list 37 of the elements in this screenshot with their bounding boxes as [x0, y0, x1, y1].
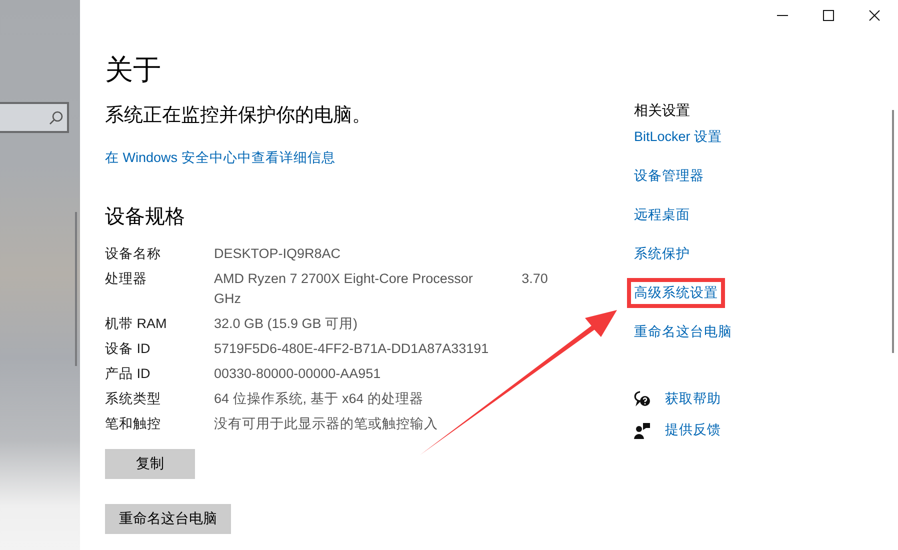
- spec-label: 设备 ID: [105, 340, 152, 358]
- spec-label: 机带 RAM: [105, 315, 168, 333]
- spec-label: 处理器: [105, 270, 148, 288]
- spec-label: 设备名称: [105, 245, 162, 263]
- scrollbar[interactable]: [75, 212, 77, 366]
- spec-value: AMD Ryzen 7 2700X Eight-Core Processor 3.70 GHz: [214, 270, 549, 308]
- spec-value: 00330-80000-00000-AA951: [214, 365, 382, 383]
- copy-button[interactable]: 复制: [105, 449, 195, 479]
- spec-value: 64 位操作系统, 基于 x64 的处理器: [214, 390, 425, 408]
- spec-value: 32.0 GB (15.9 GB 可用): [214, 315, 359, 333]
- related-link[interactable]: 设备管理器: [634, 166, 704, 186]
- maximize-icon: [822, 10, 834, 20]
- related-link[interactable]: 重命名这台电脑: [634, 322, 732, 342]
- spec-label: 产品 ID: [105, 365, 152, 383]
- spec-label: 笔和触控: [105, 415, 162, 433]
- related-link[interactable]: 远程桌面: [634, 205, 690, 225]
- scrollbar[interactable]: [892, 110, 894, 353]
- support-link[interactable]: 提供反馈: [665, 420, 721, 440]
- spec-value: 5719F5D6-480E-4FF2-B71A-DD1A87A33191: [214, 340, 490, 358]
- related-link[interactable]: 高级系统设置: [634, 285, 718, 300]
- search-icon: [49, 110, 63, 124]
- feedback-icon: [634, 422, 651, 438]
- support-link[interactable]: 获取帮助: [665, 389, 721, 409]
- help-icon: [634, 390, 651, 408]
- spec-label: 系统类型: [105, 390, 162, 408]
- close-icon: [868, 10, 880, 20]
- spec-value: 没有可用于此显示器的笔或触控输入: [214, 415, 439, 433]
- status-text: 系统正在监控并保护你的电脑。: [105, 104, 371, 128]
- related-heading: 相关设置: [634, 101, 690, 120]
- rename-button[interactable]: 重命名这台电脑: [105, 504, 231, 534]
- related-link[interactable]: 系统保护: [634, 244, 690, 264]
- spec-value: DESKTOP-IQ9R8AC: [214, 245, 342, 263]
- related-link[interactable]: BitLocker 设置: [634, 127, 722, 147]
- page-title: 关于: [105, 53, 161, 87]
- security-center-link[interactable]: 在 Windows 安全中心中查看详细信息: [105, 148, 336, 168]
- search-field[interactable]: [0, 102, 69, 133]
- section-heading: 设备规格: [105, 205, 185, 230]
